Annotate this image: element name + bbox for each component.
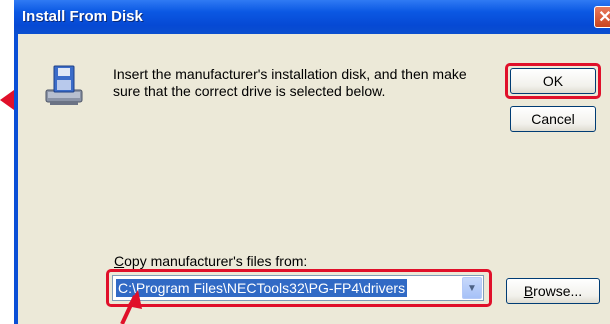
browse-button[interactable]: Browse...	[506, 278, 600, 304]
path-highlight-box	[106, 269, 492, 307]
close-button[interactable]: ✕	[594, 6, 610, 28]
close-icon: ✕	[598, 9, 610, 26]
ok-highlight-box	[505, 63, 601, 99]
install-from-disk-window: Install From Disk ✕ Insert the manufactu…	[14, 0, 610, 324]
copy-files-label: Copy manufacturer's files from:	[114, 253, 307, 269]
browse-label-text: rowse...	[533, 283, 583, 299]
cancel-button[interactable]: Cancel	[510, 106, 596, 132]
window-title: Install From Disk	[22, 8, 143, 25]
floppy-disk-drive-icon	[45, 65, 83, 105]
copy-label-accelerator: C	[114, 253, 125, 269]
title-bar[interactable]: Install From Disk ✕	[14, 0, 610, 34]
dialog-body: Insert the manufacturer's installation d…	[18, 34, 610, 324]
instruction-message: Insert the manufacturer's installation d…	[113, 66, 467, 99]
copy-label-text: opy manufacturer's files from:	[124, 253, 308, 269]
red-arrow-icon	[0, 90, 14, 110]
browse-label-accelerator: B	[523, 283, 534, 299]
